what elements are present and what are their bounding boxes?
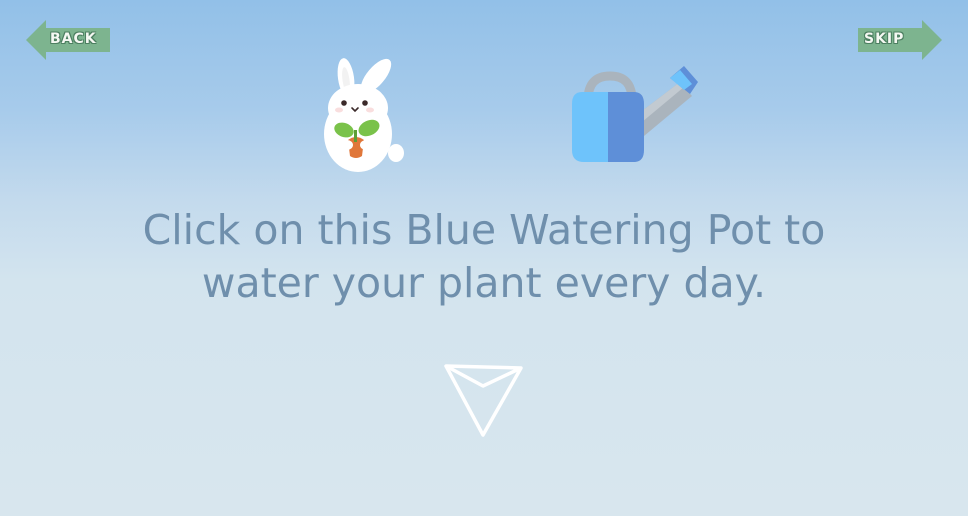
skip-label: SKIP [864,31,905,47]
down-arrow-icon [444,364,523,437]
instruction-line-1: Click on this Blue Watering Pot to [142,206,826,254]
instruction-line-2: water your plant every day. [201,259,767,307]
bunny-mascot-icon [324,58,404,172]
instruction-text: Click on this Blue Watering Pot to water… [0,204,968,310]
back-button[interactable]: BACK [26,20,110,60]
watering-pot-icon[interactable] [568,64,702,164]
back-label: BACK [50,31,97,47]
skip-button[interactable]: SKIP [858,20,942,60]
